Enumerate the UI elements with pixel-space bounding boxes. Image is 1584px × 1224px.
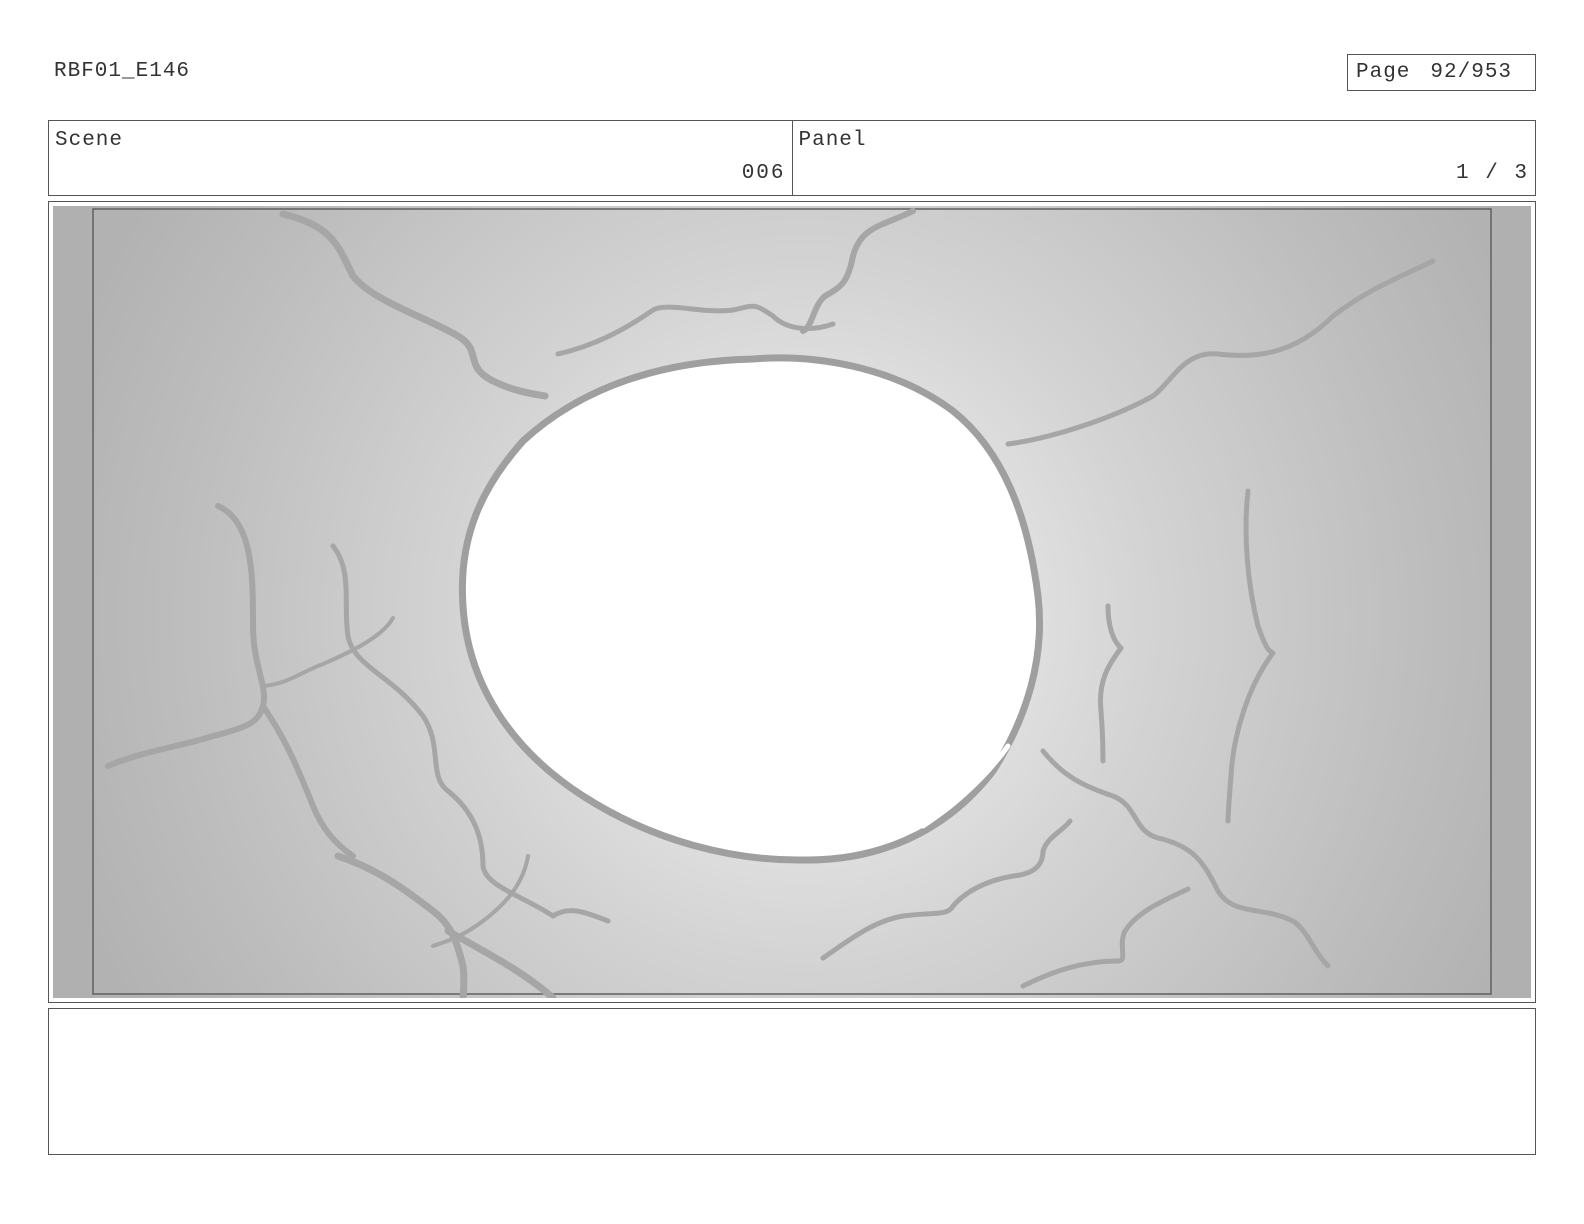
- panel-number: 1 / 3: [1455, 162, 1529, 185]
- panel-cell: Panel 1 / 3: [791, 121, 1536, 195]
- storyboard-frame: [48, 201, 1536, 1003]
- scene-number: 006: [741, 162, 786, 185]
- header-row: Scene 006 Panel 1 / 3: [48, 120, 1536, 196]
- panel-label: Panel: [798, 129, 867, 152]
- glowing-hole-with-cracks-icon: [53, 206, 1531, 998]
- right-side-band: [1491, 206, 1531, 998]
- storyboard-artwork: [53, 206, 1531, 998]
- notes-box[interactable]: [48, 1008, 1536, 1155]
- page-indicator: Page 92/953: [1347, 54, 1536, 91]
- page-number: 92/953: [1430, 61, 1513, 84]
- scene-cell: Scene 006: [49, 121, 792, 195]
- scene-label: Scene: [55, 129, 124, 152]
- page-label: Page: [1356, 61, 1411, 84]
- left-side-band: [53, 206, 93, 998]
- document-id: RBF01_E146: [54, 60, 191, 83]
